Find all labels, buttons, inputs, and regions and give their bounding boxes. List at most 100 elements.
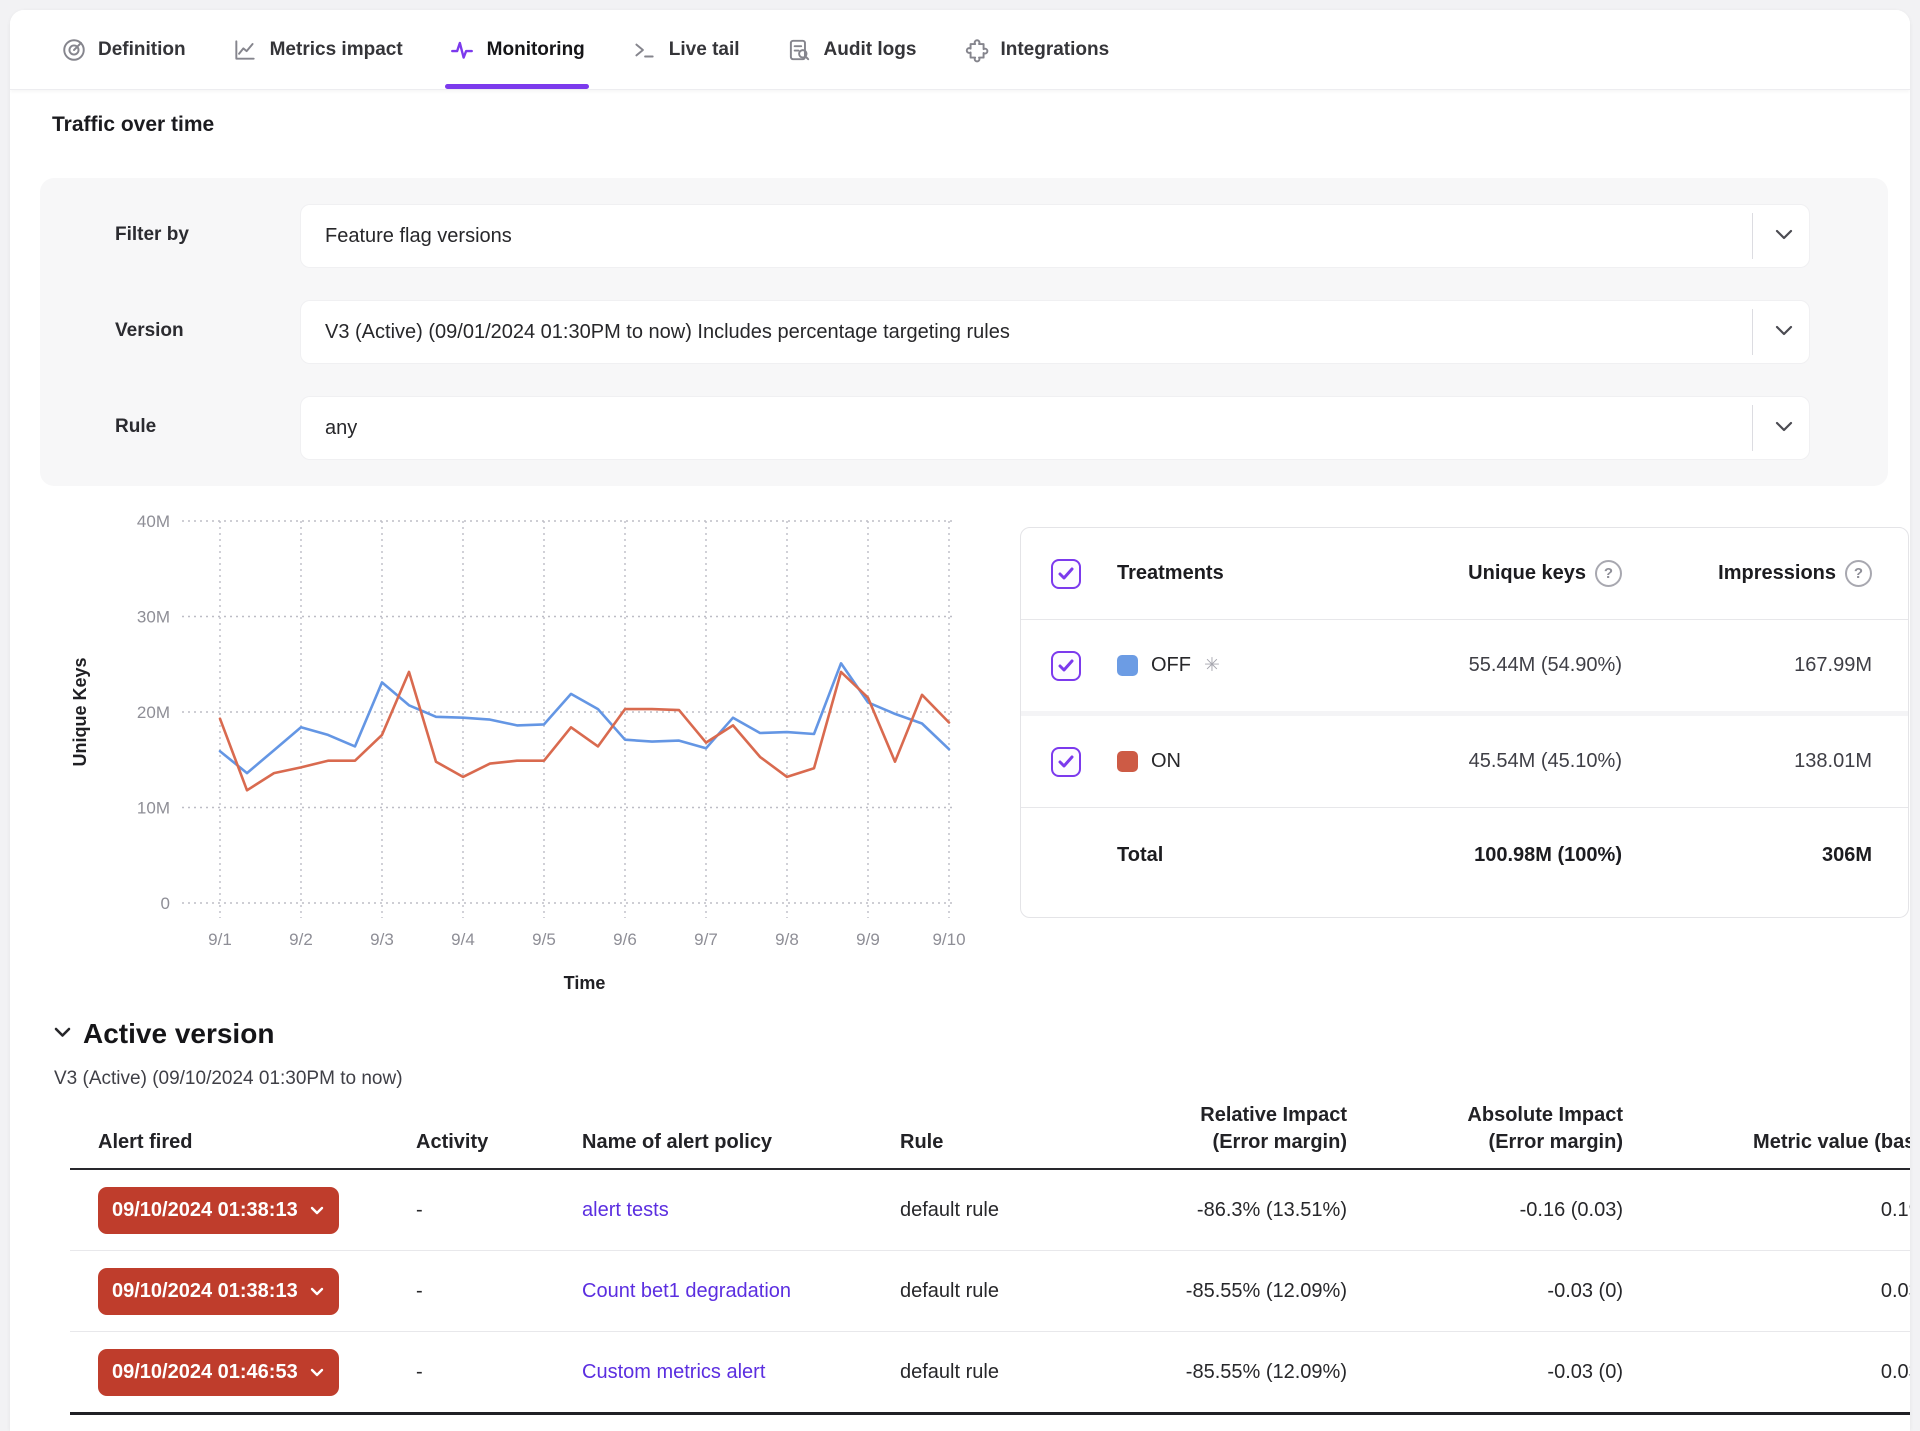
svg-text:9/3: 9/3 [370,930,394,949]
col-rule: Rule [890,1129,1122,1156]
default-treatment-icon: ✳ [1204,654,1220,677]
tab-bar: Definition Metrics impact Monitoring Liv… [10,10,1910,90]
alert-absolute-impact: -0.03 (0) [1347,1280,1623,1303]
total-label: Total [1117,844,1292,867]
alert-policy-link[interactable]: alert tests [572,1199,890,1222]
treatment-row-off: OFF ✳ 55.44M (54.90%) 167.99M [1021,620,1908,711]
svg-text:40M: 40M [137,512,170,531]
off-unique-keys: 55.44M (54.90%) [1292,654,1622,677]
treatments-total-row: Total 100.98M (100%) 306M [1021,808,1908,903]
rule-label: Rule [115,416,156,438]
svg-text:9/5: 9/5 [532,930,556,949]
svg-text:9/1: 9/1 [208,930,232,949]
alerts-table-body: 09/10/2024 01:38:13 - alert tests defaul… [70,1170,1910,1415]
svg-text:30M: 30M [137,608,170,627]
alert-row: 09/10/2024 01:46:53 - Custom metrics ale… [70,1331,1910,1412]
tab-metrics-impact[interactable]: Metrics impact [232,10,403,89]
chevron-down-icon[interactable] [1775,419,1793,437]
alert-policy-link[interactable]: Custom metrics alert [572,1361,890,1384]
alert-absolute-impact: -0.03 (0) [1347,1361,1623,1384]
version-row: Version V3 (Active) (09/01/2024 01:30PM … [40,300,1888,362]
alert-metric-value: 0.03 ( [1623,1361,1910,1384]
alert-rule: default rule [890,1199,1122,1222]
on-impressions: 138.01M [1622,750,1872,773]
tab-live-tail[interactable]: Live tail [631,10,740,89]
treatment-name: ON [1151,750,1181,773]
select-divider [1752,309,1753,355]
select-divider [1752,405,1753,451]
svg-text:9/6: 9/6 [613,930,637,949]
help-icon[interactable]: ? [1595,560,1622,587]
svg-text:9/10: 9/10 [932,930,965,949]
col-absolute-impact: Absolute Impact(Error margin) [1347,1102,1623,1156]
on-checkbox[interactable] [1051,747,1081,777]
total-unique-keys: 100.98M (100%) [1292,844,1622,867]
col-policy: Name of alert policy [572,1129,890,1156]
impressions-column-header: Impressions [1718,562,1836,585]
integrations-icon [962,36,989,63]
tab-label: Integrations [1000,39,1109,61]
active-version-header[interactable]: Active version [54,1018,274,1050]
alert-relative-impact: -86.3% (13.51%) [1122,1199,1347,1222]
active-version-title: Active version [83,1018,274,1050]
col-relative-impact: Relative Impact(Error margin) [1122,1102,1347,1156]
col-alert-fired: Alert fired [70,1129,412,1156]
svg-text:10M: 10M [137,799,170,818]
alert-fired-badge[interactable]: 09/10/2024 01:46:53 [98,1349,339,1396]
alert-row: 09/10/2024 01:38:13 - alert tests defaul… [70,1170,1910,1250]
tab-label: Monitoring [487,39,585,61]
treatment-row-on: ON 45.54M (45.10%) 138.01M [1021,716,1908,807]
alert-metric-value: 0.19 ( [1623,1199,1910,1222]
tab-integrations[interactable]: Integrations [962,10,1109,89]
audit-logs-icon [786,36,813,63]
filter-by-label: Filter by [115,224,189,246]
alert-fired-badge[interactable]: 09/10/2024 01:38:13 [98,1268,339,1315]
tab-label: Definition [98,39,186,61]
select-divider [1752,213,1753,259]
version-value: V3 (Active) (09/01/2024 01:30PM to now) … [301,321,1010,344]
tab-label: Audit logs [824,39,917,61]
alert-activity: - [412,1199,572,1222]
col-metric-value: Metric value (basel [1623,1129,1910,1156]
chevron-down-icon[interactable] [1775,227,1793,245]
main-panel: Definition Metrics impact Monitoring Liv… [10,10,1910,1431]
collapse-chevron-icon[interactable] [54,1025,71,1043]
svg-text:0: 0 [161,894,170,913]
alert-rule: default rule [890,1280,1122,1303]
alert-relative-impact: -85.55% (12.09%) [1122,1361,1347,1384]
svg-text:20M: 20M [137,703,170,722]
tab-definition[interactable]: Definition [60,10,186,89]
filter-by-row: Filter by Feature flag versions [40,204,1888,266]
rule-row: Rule any [40,396,1888,458]
alert-activity: - [412,1361,572,1384]
rule-value: any [301,417,357,440]
treatments-header: Treatments Unique keys? Impressions? [1021,528,1908,619]
treatments-select-all-checkbox[interactable] [1051,559,1081,589]
off-color-swatch [1117,655,1138,676]
page-title: Traffic over time [52,113,214,137]
version-select[interactable]: V3 (Active) (09/01/2024 01:30PM to now) … [300,300,1810,364]
chevron-down-icon[interactable] [1775,323,1793,341]
off-checkbox[interactable] [1051,651,1081,681]
svg-text:9/2: 9/2 [289,930,313,949]
svg-text:Time: Time [564,973,606,993]
alerts-table-header: Alert fired Activity Name of alert polic… [70,1102,1910,1170]
traffic-chart: 010M20M30M40M9/19/29/39/49/59/69/79/89/9… [70,508,1000,998]
treatment-name: OFF [1151,654,1191,677]
definition-icon [60,36,87,63]
svg-text:9/8: 9/8 [775,930,799,949]
rule-select[interactable]: any [300,396,1810,460]
alert-fired-badge[interactable]: 09/10/2024 01:38:13 [98,1187,339,1234]
treatments-panel: Treatments Unique keys? Impressions? OFF… [1020,527,1909,918]
help-icon[interactable]: ? [1845,560,1872,587]
alert-metric-value: 0.03 ( [1623,1280,1910,1303]
tab-monitoring[interactable]: Monitoring [449,10,585,89]
filter-panel: Filter by Feature flag versions Version … [40,178,1888,486]
alert-relative-impact: -85.55% (12.09%) [1122,1280,1347,1303]
alert-policy-link[interactable]: Count bet1 degradation [572,1280,890,1303]
alert-absolute-impact: -0.16 (0.03) [1347,1199,1623,1222]
version-label: Version [115,320,184,342]
filter-by-select[interactable]: Feature flag versions [300,204,1810,268]
svg-text:Unique Keys: Unique Keys [70,657,90,766]
tab-audit-logs[interactable]: Audit logs [786,10,917,89]
